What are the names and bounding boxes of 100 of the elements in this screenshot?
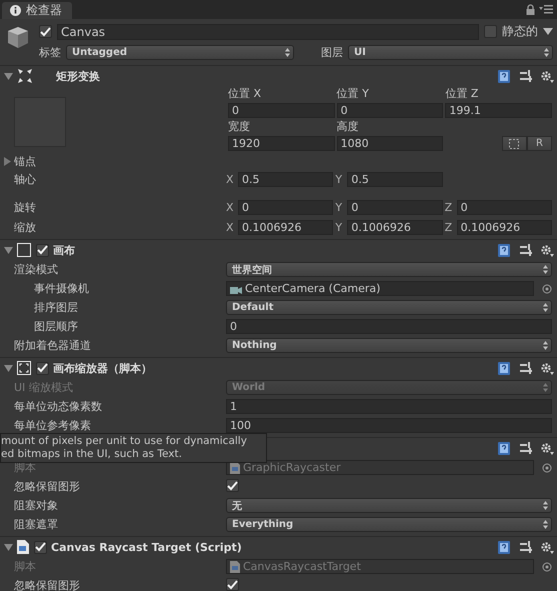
help-icon[interactable]	[498, 362, 510, 374]
help-icon[interactable]	[498, 540, 510, 554]
component-title: Canvas Raycast Target (Script)	[51, 540, 242, 554]
lock-icon[interactable]	[526, 4, 535, 15]
name-field[interactable]: Canvas	[57, 24, 479, 40]
number-field[interactable]: 1920	[228, 136, 335, 151]
dropdown[interactable]: 世界空间	[226, 262, 552, 277]
dropdown[interactable]: Everything	[226, 517, 552, 532]
dropdown[interactable]: Nothing	[226, 338, 552, 353]
move-arrows-icon	[17, 68, 33, 84]
field-label: 宽度	[228, 120, 251, 134]
component-title: 画布	[53, 242, 75, 258]
tag-label: 标签	[39, 45, 61, 60]
sliders-icon[interactable]	[520, 70, 532, 82]
checkbox[interactable]	[226, 479, 239, 492]
updown-arrows-icon	[543, 341, 548, 350]
sliders-icon[interactable]	[520, 362, 532, 374]
property-label: 缩放	[13, 220, 37, 234]
number-field[interactable]: 0	[238, 200, 334, 214]
field-label: 位置 X	[228, 87, 262, 101]
property-label: UI 缩放模式	[13, 380, 73, 395]
updown-arrows-icon	[543, 265, 548, 274]
script-file-icon	[230, 560, 240, 572]
static-label: 静态的	[502, 23, 538, 40]
property-label: 轴心	[13, 172, 37, 186]
dropdown[interactable]: Default	[226, 300, 552, 315]
scaler-icon	[17, 361, 31, 375]
expand-arrow-icon[interactable]	[4, 72, 13, 80]
target-icon[interactable]	[542, 284, 552, 294]
property-label: 忽略保留图形	[13, 479, 80, 494]
inspector-tab[interactable]: 检查器	[2, 2, 72, 19]
settings-icon[interactable]	[540, 70, 554, 82]
dropdown-arrow-icon[interactable]	[543, 28, 553, 35]
cube-icon	[5, 25, 31, 51]
settings-icon[interactable]	[540, 540, 554, 554]
help-icon[interactable]	[498, 244, 510, 256]
number-field[interactable]: 0.5	[238, 172, 334, 186]
property-label: 每单位参考像素	[13, 418, 91, 433]
menu-icon[interactable]	[539, 5, 553, 14]
number-field[interactable]: 1	[226, 399, 552, 414]
axis-label: Y	[335, 200, 344, 214]
number-field[interactable]: 0.1006926	[456, 220, 552, 234]
property-label: 附加着色器通道	[13, 338, 91, 353]
object-field[interactable]: CenterCamera (Camera)	[226, 281, 534, 296]
property-label: 脚本	[13, 559, 36, 574]
field-label: 位置 Y	[336, 87, 370, 101]
property-label: 图层顺序	[33, 319, 78, 334]
enabled-checkbox[interactable]	[36, 362, 49, 374]
target-icon[interactable]	[542, 562, 552, 572]
property-label: 旋转	[13, 200, 37, 214]
number-field[interactable]: 0	[226, 319, 552, 334]
property-label: 阻塞对象	[13, 498, 58, 513]
settings-icon[interactable]	[540, 244, 554, 256]
property-label: 渲染模式	[13, 262, 58, 277]
blueprint-button[interactable]	[502, 136, 527, 151]
number-field[interactable]: 199.1	[445, 103, 552, 118]
axis-label: X	[226, 172, 235, 186]
number-field[interactable]: 0	[228, 103, 335, 118]
help-icon[interactable]	[498, 70, 510, 82]
number-field[interactable]: 100	[226, 418, 552, 433]
anchors-foldout[interactable]: 锚点	[0, 154, 226, 168]
field-label: 高度	[336, 120, 360, 134]
number-field[interactable]: 0	[336, 103, 444, 118]
checkbox[interactable]	[226, 578, 239, 591]
property-label: 每单位动态像素数	[13, 399, 102, 414]
property-label: 忽略保留图形	[13, 578, 80, 591]
enabled-checkbox[interactable]	[34, 540, 47, 554]
static-checkbox[interactable]	[484, 25, 497, 38]
settings-icon[interactable]	[540, 442, 554, 454]
number-field[interactable]: 0.5	[347, 172, 443, 186]
number-field[interactable]: 0	[347, 200, 443, 214]
number-field[interactable]: 0	[456, 200, 552, 214]
number-field[interactable]: 0.1006926	[347, 220, 443, 234]
target-icon[interactable]	[542, 462, 552, 472]
expand-arrow-icon[interactable]	[4, 542, 13, 552]
help-icon[interactable]	[498, 442, 510, 454]
canvas-icon	[17, 243, 31, 257]
expand-arrow-icon[interactable]	[4, 364, 13, 372]
tooltip-line: ed bitmaps in the UI, such as Text.	[1, 448, 183, 461]
raw-edit-button[interactable]: R	[526, 136, 552, 151]
settings-icon[interactable]	[540, 362, 554, 374]
sliders-icon[interactable]	[520, 442, 532, 454]
updown-arrows-icon	[543, 501, 548, 510]
layer-dropdown[interactable]: UI	[348, 45, 553, 60]
enabled-checkbox[interactable]	[36, 244, 49, 256]
dropdown[interactable]: 无	[226, 498, 552, 513]
updown-arrows-icon	[544, 48, 549, 57]
expand-arrow-icon[interactable]	[4, 246, 13, 254]
info-icon	[10, 5, 21, 16]
property-label: 阻塞遮罩	[13, 517, 58, 532]
component-title: 画布缩放器（脚本）	[53, 360, 152, 376]
number-field[interactable]: 1080	[336, 136, 444, 151]
number-field[interactable]: 0.1006926	[238, 220, 334, 234]
tag-dropdown[interactable]: Untagged	[66, 45, 294, 60]
axis-label: X	[226, 220, 235, 234]
updown-arrows-icon	[543, 303, 548, 312]
sliders-icon[interactable]	[520, 244, 532, 256]
axis-label: X	[226, 200, 235, 214]
sliders-icon[interactable]	[520, 541, 532, 553]
active-checkbox[interactable]	[39, 25, 52, 38]
